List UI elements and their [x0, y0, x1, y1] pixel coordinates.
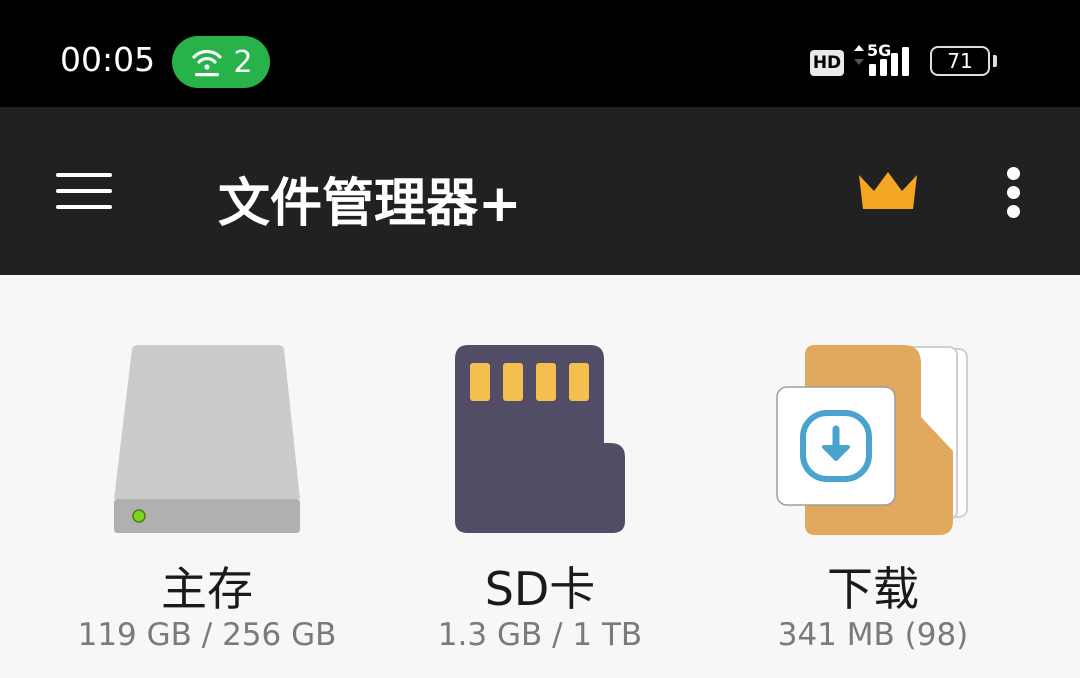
- menu-button[interactable]: [50, 165, 118, 217]
- hotspot-indicator[interactable]: 2: [172, 36, 270, 88]
- storage-label: SD卡: [484, 562, 596, 616]
- storage-tile-sd-card[interactable]: SD卡 1.3 GB / 1 TB: [375, 275, 705, 678]
- menu-icon: [56, 173, 112, 177]
- battery-icon: 71: [930, 46, 990, 76]
- storage-label: 下载: [827, 562, 919, 616]
- downloads-folder-icon: [776, 345, 968, 535]
- signal-bars-icon: [869, 47, 909, 76]
- premium-button[interactable]: [855, 169, 921, 213]
- data-arrows-icon: [854, 45, 864, 65]
- hd-voice-badge: HD: [810, 50, 844, 76]
- storage-usage: 119 GB / 256 GB: [77, 617, 337, 653]
- status-bar: 00:05 2 HD 5G 71: [0, 0, 1080, 107]
- app-title: 文件管理器+: [218, 174, 522, 234]
- sd-card-icon: [455, 345, 625, 533]
- hotspot-icon: [192, 49, 223, 77]
- more-options-button[interactable]: [996, 165, 1032, 221]
- hotspot-count: 2: [233, 44, 253, 80]
- battery-level: 71: [947, 49, 973, 73]
- storage-tile-downloads[interactable]: 下载 341 MB (98): [708, 275, 1038, 678]
- app-bar: 文件管理器+: [0, 107, 1080, 275]
- storage-label: 主存: [161, 562, 253, 616]
- battery-cap: [993, 55, 997, 67]
- status-time: 00:05: [60, 40, 156, 79]
- hard-drive-icon: [114, 345, 300, 533]
- storage-grid: 主存 119 GB / 256 GB SD卡 1.3 GB / 1 TB 下载 …: [0, 275, 1080, 678]
- storage-tile-main[interactable]: 主存 119 GB / 256 GB: [42, 275, 372, 678]
- crown-icon: [859, 172, 917, 209]
- more-vert-icon: [1007, 167, 1020, 180]
- storage-usage: 341 MB (98): [777, 617, 969, 653]
- storage-usage: 1.3 GB / 1 TB: [437, 617, 643, 653]
- mobile-signal-indicator: 5G: [853, 41, 915, 78]
